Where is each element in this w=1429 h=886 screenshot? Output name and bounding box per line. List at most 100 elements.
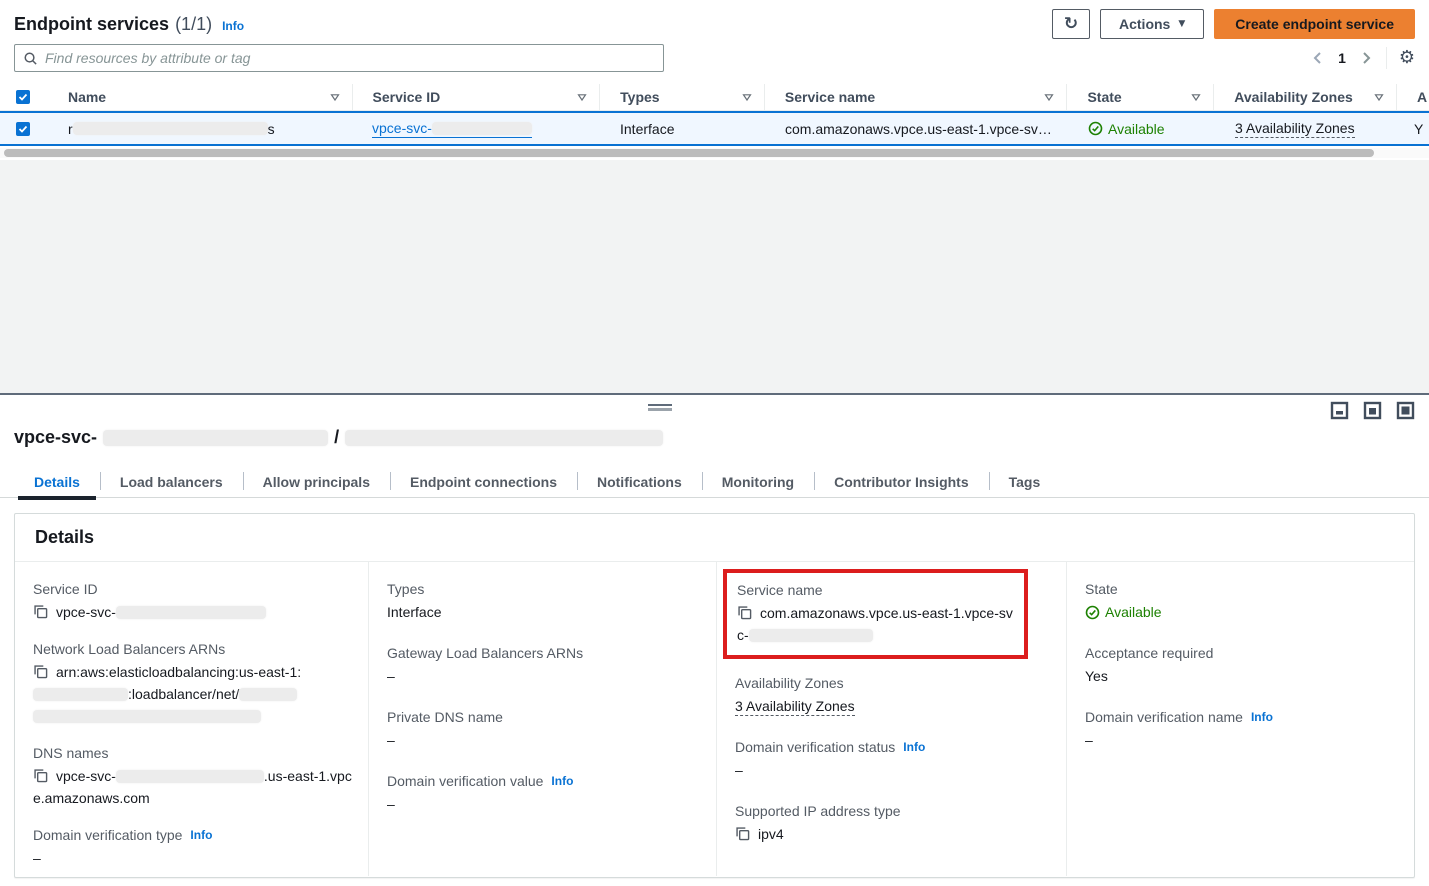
service-id-link[interactable]: vpce-svc- <box>372 120 532 138</box>
sort-icon <box>742 92 752 102</box>
copy-icon[interactable] <box>33 664 48 679</box>
cell-name: rs <box>48 113 352 144</box>
create-endpoint-service-button[interactable]: Create endpoint service <box>1214 9 1415 39</box>
panel-size-small-button[interactable] <box>1330 401 1349 420</box>
field-domain-verification-value: Domain verification value Info – <box>387 771 700 815</box>
field-value: arn:aws:elasticloadbalancing:us-east-1::… <box>33 661 352 727</box>
refresh-button[interactable]: ↻ <box>1052 9 1090 39</box>
tab-details[interactable]: Details <box>14 467 100 497</box>
redacted-text <box>345 430 663 446</box>
search-input[interactable] <box>45 50 655 66</box>
copy-icon[interactable] <box>33 768 48 783</box>
details-card-heading: Details <box>15 514 1414 562</box>
tab-allow-principals[interactable]: Allow principals <box>243 467 390 497</box>
column-header-service-id[interactable]: Service ID <box>352 84 600 110</box>
table-row[interactable]: rs vpce-svc- Interface com.amazonaws.vpc… <box>0 111 1429 146</box>
filter-row: 1 ⚙ <box>14 44 1415 72</box>
tab-load-balancers[interactable]: Load balancers <box>100 467 243 497</box>
tab-contributor-insights[interactable]: Contributor Insights <box>814 467 989 497</box>
info-link[interactable]: Info <box>903 737 925 757</box>
redacted-text <box>73 122 268 135</box>
field-types: Types Interface <box>387 579 700 623</box>
status-badge: Available <box>1088 121 1165 137</box>
redacted-text <box>103 430 328 446</box>
redacted-text <box>749 629 873 642</box>
column-header-availability-zones[interactable]: Availability Zones <box>1213 84 1396 110</box>
panel-size-full-button[interactable] <box>1396 401 1415 420</box>
page-title: Endpoint services (1/1) Info <box>14 14 244 35</box>
panel-size-medium-button[interactable] <box>1363 401 1382 420</box>
cell-service-name: com.amazonaws.vpce.us-east-1.vpce-sv… <box>765 113 1068 144</box>
redacted-text <box>33 688 128 701</box>
divider <box>1386 47 1387 69</box>
info-link[interactable]: Info <box>551 771 573 791</box>
page-number[interactable]: 1 <box>1338 50 1346 66</box>
field-value: ipv4 <box>735 823 1050 845</box>
horizontal-scrollbar-thumb[interactable] <box>4 149 1374 157</box>
copy-icon[interactable] <box>33 604 48 619</box>
field-label: Domain verification status Info <box>735 737 1050 757</box>
field-label: Service ID <box>33 579 352 599</box>
column-header-types[interactable]: Types <box>599 84 764 110</box>
field-value: com.amazonaws.vpce.us-east-1.vpce-svc- <box>737 602 1014 646</box>
tab-monitoring[interactable]: Monitoring <box>702 467 814 497</box>
info-link[interactable]: Info <box>222 19 244 33</box>
actions-button[interactable]: Actions ▼ <box>1100 9 1204 39</box>
copy-icon[interactable] <box>735 826 750 841</box>
info-link[interactable]: Info <box>1251 707 1273 727</box>
field-state: State Available <box>1085 579 1398 623</box>
field-label: State <box>1085 579 1398 599</box>
availability-zones-link[interactable]: 3 Availability Zones <box>1235 120 1355 138</box>
details-column-1: Service ID vpce-svc- Network Load Balanc… <box>15 562 368 876</box>
row-checkbox[interactable] <box>16 122 30 136</box>
field-domain-verification-status: Domain verification status Info – <box>735 737 1050 781</box>
column-header-service-name[interactable]: Service name <box>764 84 1067 110</box>
select-all-checkbox[interactable] <box>16 90 30 104</box>
tab-endpoint-connections[interactable]: Endpoint connections <box>390 467 577 497</box>
field-label: Domain verification type Info <box>33 825 352 845</box>
info-link[interactable]: Info <box>190 825 212 845</box>
field-acceptance-required: Acceptance required Yes <box>1085 643 1398 687</box>
search-box[interactable] <box>14 44 664 72</box>
sort-icon <box>577 92 587 102</box>
field-value: vpce-svc- <box>33 601 352 623</box>
field-label: Supported IP address type <box>735 801 1050 821</box>
redacted-text <box>432 122 532 135</box>
column-header-name[interactable]: Name <box>48 84 352 110</box>
field-gwlb-arns: Gateway Load Balancers ARNs – <box>387 643 700 687</box>
endpoint-services-list-panel: Endpoint services (1/1) Info ↻ Actions ▼… <box>0 0 1429 160</box>
tab-tags[interactable]: Tags <box>989 467 1061 497</box>
panel-size-controls <box>1330 401 1415 420</box>
field-label: Availability Zones <box>735 673 1050 693</box>
availability-zones-link[interactable]: 3 Availability Zones <box>735 698 855 716</box>
previous-page-button[interactable] <box>1310 49 1326 67</box>
detail-tabs: Details Load balancers Allow principals … <box>0 467 1429 498</box>
select-all-cell <box>0 84 48 110</box>
next-page-button[interactable] <box>1358 49 1374 67</box>
field-value: – <box>33 847 352 869</box>
field-value: – <box>735 759 1050 781</box>
field-label: Service name <box>737 580 1014 600</box>
field-domain-verification-name: Domain verification name Info – <box>1085 707 1398 751</box>
status-badge: Available <box>1085 601 1398 623</box>
pagination: 1 ⚙ <box>1310 47 1415 69</box>
field-label: Network Load Balancers ARNs <box>33 639 352 659</box>
table-header-row: Name Service ID Types Service name State… <box>0 84 1429 111</box>
preferences-gear-button[interactable]: ⚙ <box>1399 49 1415 67</box>
refresh-icon: ↻ <box>1064 14 1078 34</box>
field-availability-zones: Availability Zones 3 Availability Zones <box>735 673 1050 717</box>
tab-notifications[interactable]: Notifications <box>577 467 702 497</box>
resource-count: (1/1) <box>175 14 212 35</box>
column-header-state[interactable]: State <box>1066 84 1213 110</box>
search-icon <box>23 51 38 66</box>
field-service-id: Service ID vpce-svc- <box>33 579 352 623</box>
split-panel-drag-handle[interactable] <box>648 404 672 411</box>
copy-icon[interactable] <box>737 605 752 620</box>
column-header-acceptance[interactable]: A <box>1396 84 1429 110</box>
panel-title: vpce-svc- / <box>14 427 663 448</box>
details-column-4: State Available Acceptance required Yes <box>1066 562 1414 876</box>
sort-icon <box>1374 92 1384 102</box>
field-value: Available <box>1085 601 1398 623</box>
cell-acceptance: Y <box>1398 113 1429 144</box>
details-card: Details Service ID vpce-svc- Network Loa… <box>14 513 1415 878</box>
